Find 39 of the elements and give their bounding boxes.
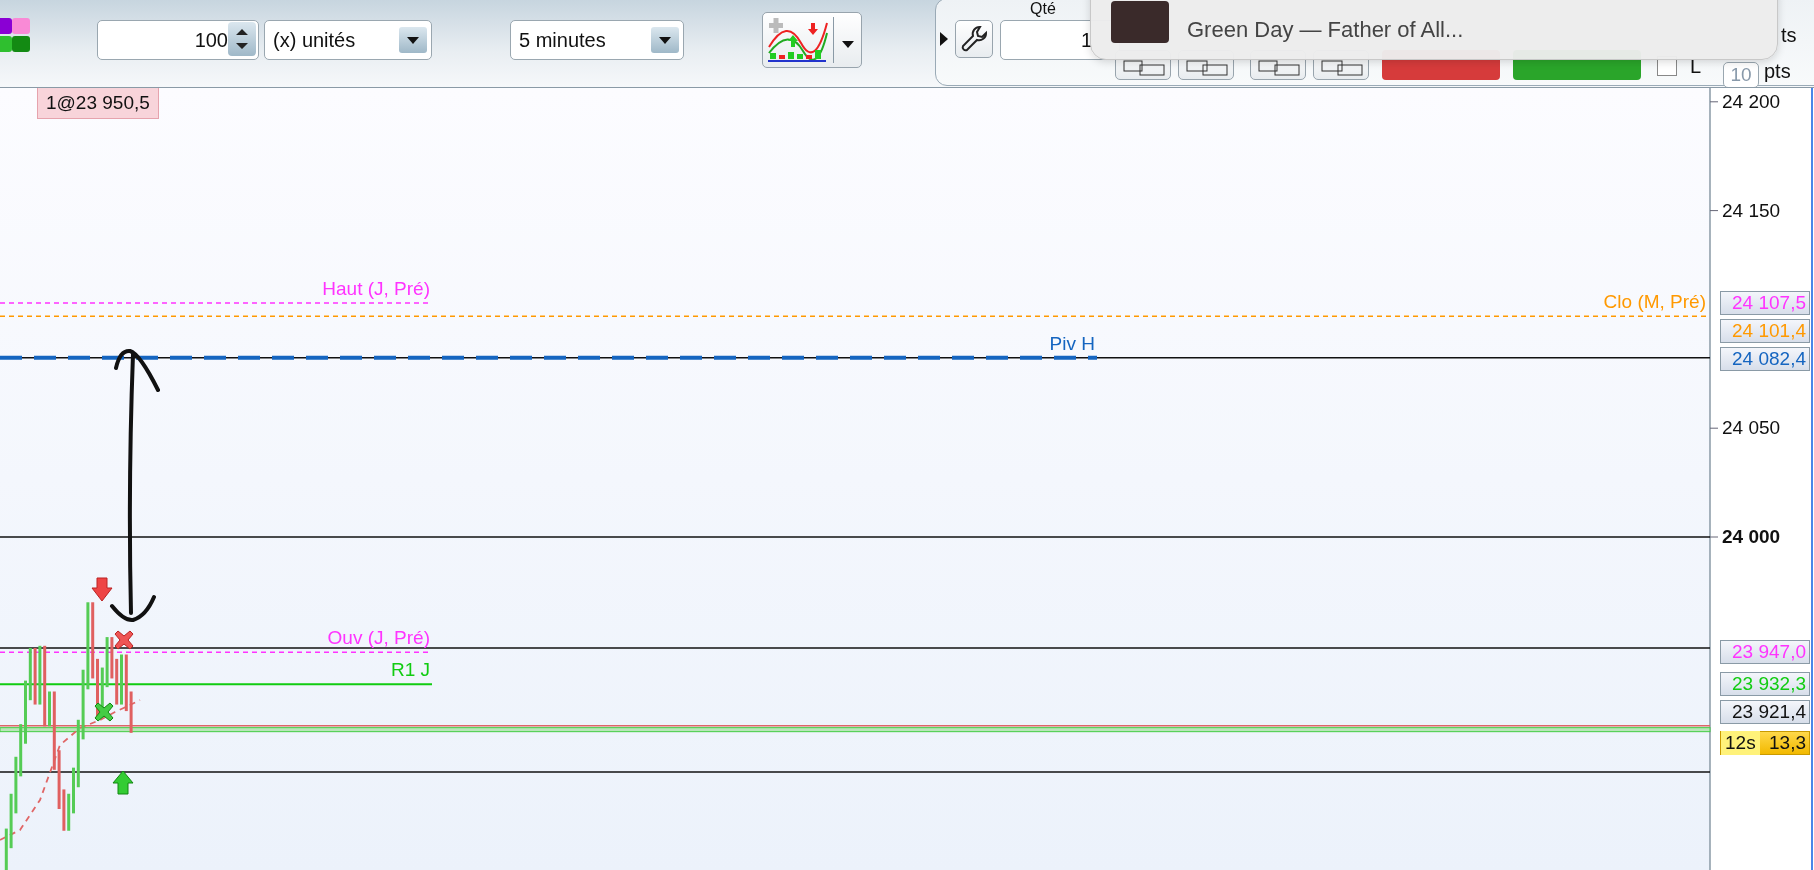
caret-icon[interactable]	[406, 35, 420, 45]
caret-icon[interactable]	[841, 39, 855, 49]
album-art-placeholder	[1111, 1, 1169, 43]
cross-marker-icon	[94, 702, 114, 722]
caret-icon[interactable]	[658, 35, 672, 45]
cross-marker-icon	[114, 630, 134, 650]
level-label: R1 J	[390, 659, 430, 681]
indicator-button[interactable]	[762, 12, 862, 68]
now-playing-toast[interactable]: Green Day — Father of All...	[1090, 0, 1778, 60]
price-tag: 24 107,5	[1720, 291, 1810, 316]
price-tag: 23 932,3	[1720, 672, 1810, 697]
level-label: Piv H	[1049, 332, 1095, 354]
price-axis-label: 24 150	[1722, 199, 1781, 222]
level-label: Ouv (J, Pré)	[327, 627, 430, 649]
level-label: Clo (M, Pré)	[1603, 291, 1706, 313]
level-label: Haut (J, Pré)	[322, 278, 430, 300]
wrench-button[interactable]	[955, 20, 993, 58]
order-tag[interactable]: 1@23 950,5	[37, 88, 159, 119]
distance-unit-label: pts	[1764, 60, 1791, 83]
up-arrow-icon	[112, 770, 134, 795]
price-tag: 24 082,4	[1720, 347, 1810, 372]
price-tag: 23 921,4	[1720, 700, 1810, 725]
quantity-label: Qté	[1030, 0, 1056, 17]
price-axis-label: 24 200	[1722, 90, 1781, 113]
indicator-chart-icon	[767, 17, 829, 63]
price-axis-label: 24 050	[1722, 417, 1781, 440]
countdown-timer: 12s	[1721, 731, 1760, 755]
color-squares-icon[interactable]	[0, 18, 30, 52]
timeframe-dropdown[interactable]: 5 minutes	[510, 20, 684, 60]
price-tag: 23 947,0	[1720, 640, 1810, 665]
now-playing-title: Green Day — Father of All...	[1187, 17, 1464, 43]
unit-label: ts	[1781, 24, 1797, 47]
price-tag: 24 101,4	[1720, 319, 1810, 344]
expand-arrow-icon[interactable]	[940, 32, 948, 46]
down-arrow-icon	[91, 577, 113, 602]
unit-dropdown[interactable]: (x) unités	[264, 20, 432, 60]
last-price-text: 13,3	[1769, 732, 1806, 754]
price-axis-label: 24 000	[1722, 526, 1781, 548]
spin-buttons-icon[interactable]	[228, 22, 256, 56]
